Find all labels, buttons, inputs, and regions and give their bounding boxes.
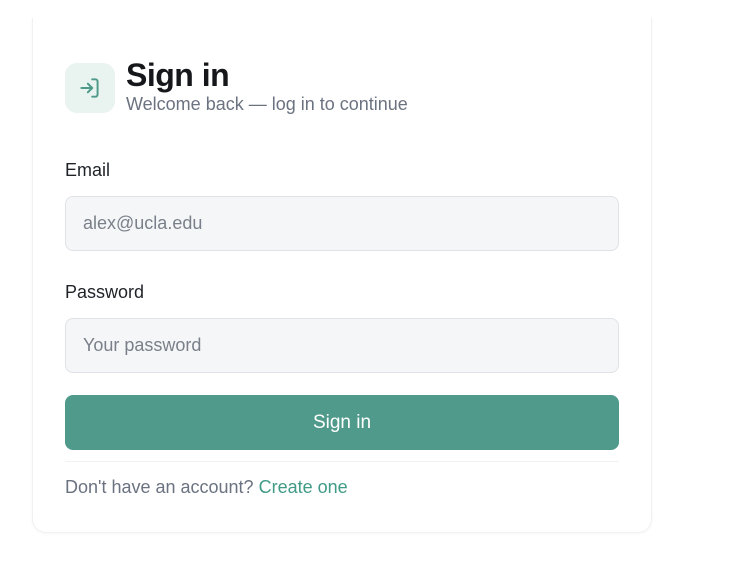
- create-account-link[interactable]: Create one: [259, 477, 348, 497]
- email-label: Email: [65, 160, 111, 180]
- login-arrow-icon: [65, 63, 115, 113]
- password-field[interactable]: [65, 318, 619, 373]
- signup-prompt-text: Don't have an account?: [65, 477, 254, 497]
- email-field[interactable]: [65, 196, 619, 251]
- sign-in-button[interactable]: Sign in: [65, 395, 619, 450]
- password-label: Password: [65, 282, 145, 302]
- signup-prompt: Don't have an account? Create one: [65, 476, 348, 498]
- page-subtitle: Welcome back — log in to continue: [126, 94, 408, 114]
- page-title: Sign in: [126, 57, 230, 93]
- divider: [65, 461, 619, 462]
